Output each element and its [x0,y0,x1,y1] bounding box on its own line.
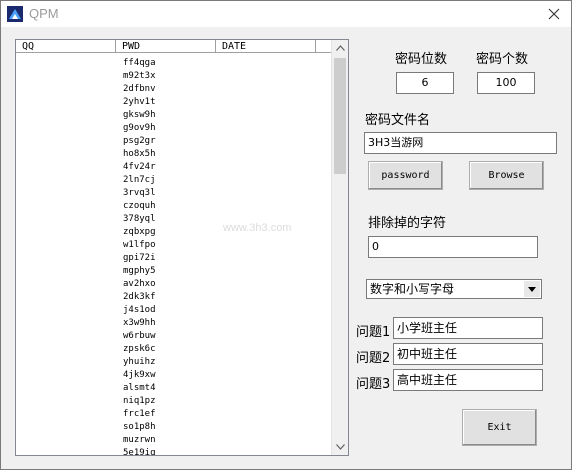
list-item[interactable]: niq1pz [122,395,222,408]
question3-label: 问题3 [356,377,391,392]
list-item[interactable]: 2yhv1t [122,96,222,109]
list-item[interactable]: w6rbuw [122,330,222,343]
title-bar: QPM [1,1,571,27]
question1-label: 问题1 [356,325,391,340]
list-item[interactable]: ff4qga [122,57,222,70]
list-item[interactable]: 4jk9xw [122,369,222,382]
window-title: QPM [29,6,59,21]
close-button[interactable] [543,4,565,24]
chevron-down-icon [335,444,345,450]
chevron-up-icon [335,45,345,51]
column-header-filler [316,40,332,53]
list-header: QQ PWD DATE [16,40,332,54]
exclude-chars-label: 排除掉的字符 [368,216,447,231]
password-button[interactable]: password [368,161,443,190]
filename-label: 密码文件名 [365,113,431,128]
list-item[interactable]: j4s1od [122,304,222,317]
close-icon [548,8,560,20]
scroll-thumb[interactable] [334,58,346,174]
list-item[interactable]: 5e19iq [122,447,222,455]
list-item[interactable]: m92t3x [122,70,222,83]
list-item[interactable]: gksw9h [122,109,222,122]
app-logo-icon [7,6,23,22]
column-header-qq[interactable]: QQ [16,40,116,53]
list-scrollbar[interactable] [331,40,348,455]
watermark: www.3h3.com [223,222,292,234]
exclude-chars-input[interactable]: 0 [368,236,538,258]
list-item[interactable]: so1p8h [122,421,222,434]
dropdown-arrow-icon[interactable] [524,281,540,297]
question2-input[interactable]: 初中班主任 [393,343,543,365]
list-item[interactable]: 2dfbnv [122,83,222,96]
password-length-input[interactable]: 6 [396,72,454,94]
scroll-down-button[interactable] [332,439,348,455]
list-item[interactable]: 3rvq3l [122,187,222,200]
list-item[interactable]: av2hxo [122,278,222,291]
column-header-pwd[interactable]: PWD [116,40,216,53]
list-item[interactable]: 378yql [122,213,222,226]
list-item[interactable]: 2dk3kf [122,291,222,304]
question2-label: 问题2 [356,351,391,366]
list-item[interactable]: czoquh [122,200,222,213]
list-item[interactable]: mgphy5 [122,265,222,278]
list-item[interactable]: g9ov9h [122,122,222,135]
list-item[interactable]: gpi72i [122,252,222,265]
question3-input[interactable]: 高中班主任 [393,369,543,391]
list-item[interactable]: muzrwn [122,434,222,447]
list-item[interactable]: zqbxpg [122,226,222,239]
password-count-label: 密码个数 [476,52,529,67]
list-item[interactable]: psg2gr [122,135,222,148]
list-item[interactable]: w1lfpo [122,239,222,252]
list-item[interactable]: 4fv24r [122,161,222,174]
list-item[interactable]: x3w9hh [122,317,222,330]
list-item[interactable]: ho8x5h [122,148,222,161]
list-item[interactable]: zpsk6c [122,343,222,356]
exit-button[interactable]: Exit [462,409,537,446]
scroll-up-button[interactable] [332,40,348,56]
filename-input[interactable]: 3H3当游网 [364,132,557,154]
charset-selected-value: 数字和小写字母 [370,282,455,296]
column-header-date[interactable]: DATE [216,40,316,53]
list-item[interactable]: 2ln7cj [122,174,222,187]
charset-select[interactable]: 数字和小写字母 [366,279,542,299]
browse-button[interactable]: Browse [469,161,544,190]
app-window: QPM QQ PWD DATE ff4qga m92t3x 2dfbnv 2yhv1t… [0,0,572,470]
password-list[interactable]: QQ PWD DATE ff4qga m92t3x 2dfbnv 2yhv1t gksw… [15,39,349,456]
list-item[interactable]: frc1ef [122,408,222,421]
list-item[interactable]: yhuihz [122,356,222,369]
password-rows: ff4qga m92t3x 2dfbnv 2yhv1t gksw9h g9ov9h psg2… [122,57,222,455]
question1-input[interactable]: 小学班主任 [393,317,543,339]
password-count-input[interactable]: 100 [477,72,535,94]
list-item[interactable]: alsmt4 [122,382,222,395]
password-length-label: 密码位数 [395,52,448,67]
